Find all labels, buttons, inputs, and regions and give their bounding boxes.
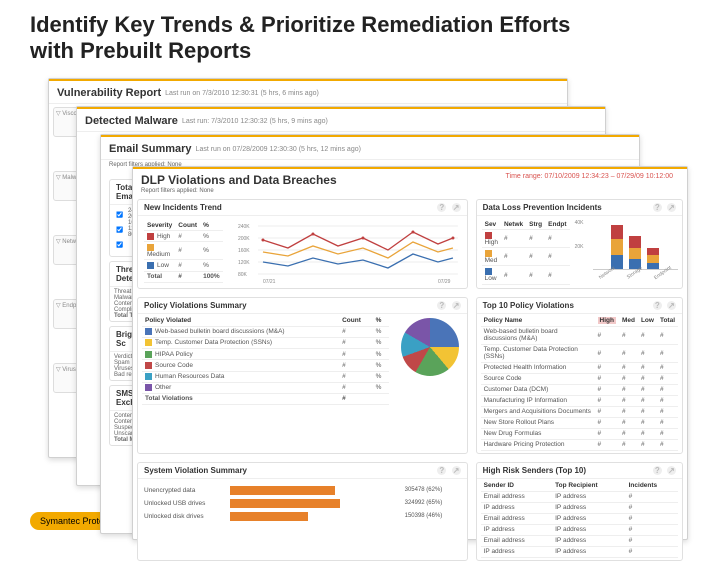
expand-icon[interactable]: ↗ <box>667 466 676 475</box>
svg-text:240K: 240K <box>238 224 250 230</box>
panel-policy-violations: Policy Violations Summary ? ↗ Policy Vio… <box>137 297 468 454</box>
panel-top10: Top 10 Policy Violations ? ↗ Policy Name… <box>476 297 683 454</box>
violations-title: Policy Violations Summary <box>144 301 247 310</box>
system-title: System Violation Summary <box>144 466 247 475</box>
expand-icon[interactable]: ↗ <box>452 203 461 212</box>
help-icon[interactable]: ? <box>437 203 446 212</box>
help-icon[interactable]: ? <box>653 203 662 212</box>
help-icon[interactable]: ? <box>653 301 662 310</box>
email-title: Email Summary <box>109 143 192 155</box>
dlp-timerange: Time range: 07/10/2009 12:34:23 – 07/29/… <box>498 171 681 182</box>
title-line1: Identify Key Trends & Prioritize Remedia… <box>30 12 570 37</box>
malware-sub: Last run: 7/3/2010 12:30:32 (5 hrs, 9 mi… <box>182 118 328 125</box>
vuln-title: Vulnerability Report <box>57 87 161 99</box>
violations-table: Policy ViolatedCount% Web-based bulletin… <box>142 316 389 405</box>
dlp-title: DLP Violations and Data Breaches <box>139 171 339 187</box>
expand-icon[interactable]: ↗ <box>452 466 461 475</box>
senders-title: High Risk Senders (Top 10) <box>483 466 586 475</box>
trend-legend-table: SeverityCount% High#% Medium#% Low#% Tot… <box>144 220 223 283</box>
svg-text:120K: 120K <box>238 260 250 266</box>
svg-text:80K: 80K <box>238 272 248 278</box>
stackbar-network <box>611 223 623 269</box>
svg-text:200K: 200K <box>238 236 250 242</box>
report-stack: Vulnerability Report Last run on 7/3/201… <box>48 78 688 518</box>
vuln-header: Vulnerability Report Last run on 7/3/201… <box>49 83 567 104</box>
svg-text:07/29: 07/29 <box>438 279 451 284</box>
expand-icon[interactable]: ↗ <box>667 301 676 310</box>
panel-high-risk-senders: High Risk Senders (Top 10) ? ↗ Sender ID… <box>476 462 683 561</box>
title-line2: with Prebuilt Reports <box>30 38 251 63</box>
vuln-sub: Last run on 7/3/2010 12:30:31 (5 hrs, 6 … <box>165 90 319 97</box>
panel-system-violation: System Violation Summary ? ↗ Unencrypted… <box>137 462 468 561</box>
incidents-title: Data Loss Prevention Incidents <box>483 203 602 212</box>
expand-icon[interactable]: ↗ <box>452 301 461 310</box>
incidents-legend: SevNetwkStrgEndpt High### Med### Low### <box>482 219 570 285</box>
expand-icon[interactable]: ↗ <box>667 203 676 212</box>
panel-new-incidents-trend: New Incidents Trend ? ↗ SeverityCount% H… <box>137 199 468 289</box>
stackbar-storage <box>629 223 641 269</box>
help-icon[interactable]: ? <box>437 466 446 475</box>
card-dlp: DLP Violations and Data Breaches Report … <box>132 166 688 540</box>
trend-line-chart: 240K 200K 160K 120K 80K 07/21 07/29 <box>233 218 463 284</box>
top10-title: Top 10 Policy Violations <box>483 301 574 310</box>
dlp-filters: Report filters applied: None <box>139 187 339 195</box>
help-icon[interactable]: ? <box>437 301 446 310</box>
trend-title: New Incidents Trend <box>144 203 222 212</box>
malware-title: Detected Malware <box>85 115 178 127</box>
help-icon[interactable]: ? <box>653 466 662 475</box>
panel-dlp-incidents: Data Loss Prevention Incidents ? ↗ SevNe… <box>476 199 683 289</box>
violations-pie-chart <box>401 318 459 376</box>
email-sub: Last run on 07/28/2009 12:30:30 (5 hrs, … <box>196 146 361 153</box>
senders-table: Sender IDTop RecipientIncidents Email ad… <box>481 481 678 558</box>
checkbox[interactable] <box>116 226 123 233</box>
top10-table: Policy Name High MedLowTotal Web-based b… <box>481 316 678 451</box>
slide-title: Identify Key Trends & Prioritize Remedia… <box>0 0 720 69</box>
checkbox[interactable] <box>116 211 123 218</box>
svg-text:160K: 160K <box>238 248 250 254</box>
checkbox[interactable] <box>116 241 123 248</box>
svg-text:07/21: 07/21 <box>263 279 276 284</box>
stackbar-endpoint <box>647 223 659 269</box>
